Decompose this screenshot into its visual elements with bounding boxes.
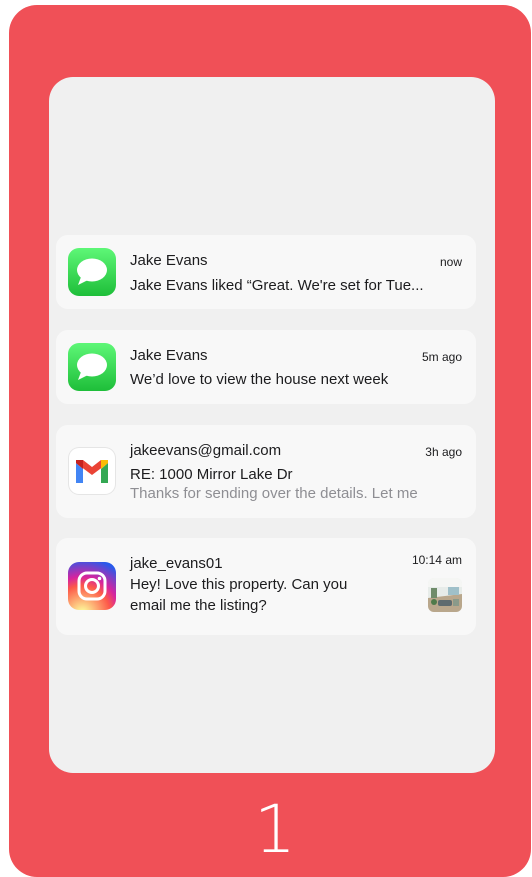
messages-icon [68, 248, 116, 296]
notification-time: 5m ago [421, 350, 462, 364]
notification-sender: Jake Evans [130, 252, 208, 269]
slide-card: Jake Evans now Jake Evans liked “Great. … [9, 5, 531, 877]
notification-messages-1[interactable]: Jake Evans now Jake Evans liked “Great. … [56, 235, 476, 309]
page-number: 1 [254, 791, 296, 868]
messages-icon [68, 343, 116, 391]
notification-message-cont: email me the listing? [130, 597, 267, 614]
notification-gmail[interactable]: jakeevans@gmail.com 3h ago RE: 1000 Mirr… [56, 425, 476, 518]
instagram-icon [68, 562, 116, 610]
property-thumbnail [428, 578, 462, 612]
gmail-icon [68, 447, 116, 495]
notification-time: 3h ago [425, 445, 462, 459]
notification-message: We’d love to view the house next week [130, 371, 389, 388]
notification-time: 10:14 am [411, 553, 462, 567]
notification-sender: Jake Evans [130, 347, 208, 364]
notification-preview: Thanks for sending over the details. Let… [130, 485, 418, 502]
notification-messages-2[interactable]: Jake Evans 5m ago We’d love to view the … [56, 330, 476, 404]
lock-screen: Jake Evans now Jake Evans liked “Great. … [49, 77, 495, 773]
notification-message: Hey! Love this property. Can you [130, 576, 348, 593]
notification-sender: jakeevans@gmail.com [130, 442, 282, 459]
notification-message: Jake Evans liked “Great. We're set for T… [130, 277, 424, 294]
notification-sender: jake_evans01 [130, 555, 223, 572]
notification-time: now [439, 255, 462, 269]
notification-instagram[interactable]: jake_evans01 10:14 am Hey! Love this pro… [56, 538, 476, 635]
notification-subject: RE: 1000 Mirror Lake Dr [130, 466, 293, 483]
